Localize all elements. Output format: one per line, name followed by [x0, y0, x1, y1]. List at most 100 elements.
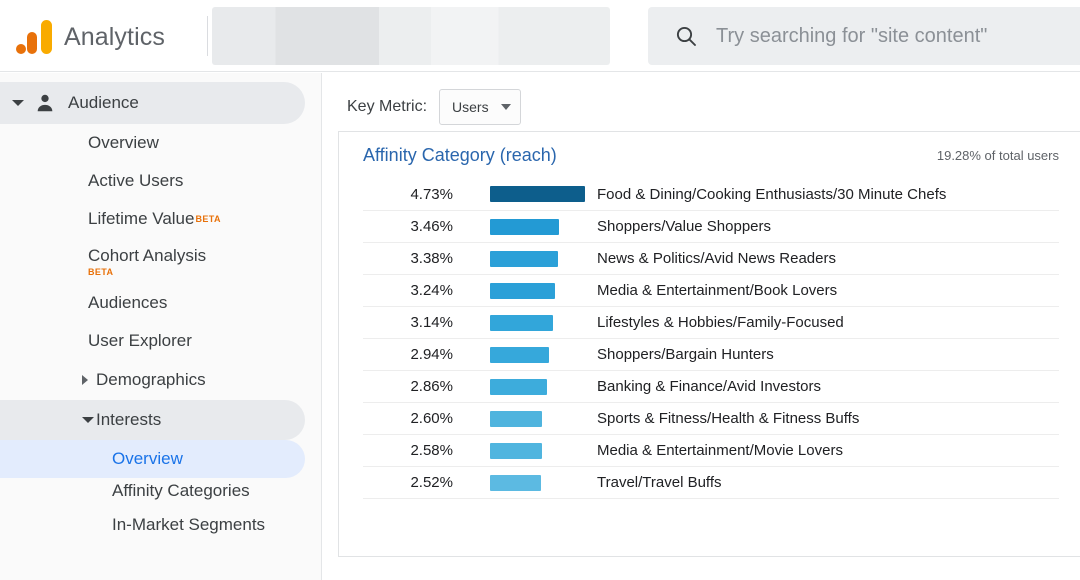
row-bar-cell: [456, 314, 590, 331]
affinity-row: 2.94% Shoppers/Bargain Hunters: [363, 338, 1059, 370]
row-percentage: 3.38%: [410, 250, 453, 267]
sidebar-item-label: In-Market Segments: [112, 515, 266, 534]
row-percentage: 4.73%: [410, 185, 453, 203]
sidebar-item-label: Cohort Analysis: [88, 245, 207, 265]
row-percentage: 2.52%: [410, 474, 453, 491]
sidebar-item-in-market-segments[interactable]: In-Market Segments: [0, 512, 305, 546]
sidebar-group-label: Interests: [96, 410, 162, 429]
row-percentage: 3.46%: [410, 218, 453, 235]
sidebar-section-audience[interactable]: Audience: [0, 82, 305, 124]
row-bar: [490, 346, 550, 363]
google-analytics-logo: [16, 20, 54, 54]
row-bar-cell: [456, 442, 590, 459]
sidebar-item-label: User Explorer: [88, 331, 192, 350]
row-percentage: 2.58%: [410, 442, 453, 459]
affinity-row: 3.14% Lifestyles & Hobbies/Family-Focused: [363, 306, 1059, 338]
search-icon: [676, 26, 696, 46]
row-category-label: Sports & Fitness/Health & Fitness Buffs: [597, 410, 860, 427]
row-percentage: 2.86%: [410, 378, 453, 395]
sidebar-item-overview[interactable]: Overview: [0, 124, 321, 162]
row-bar: [490, 282, 556, 299]
sidebar-section-label: Audience: [68, 93, 139, 112]
row-bar-cell: [456, 346, 590, 363]
row-bar-cell: [456, 474, 590, 491]
top-bar: Analytics Try searching for "site conten…: [0, 0, 1080, 72]
search-input[interactable]: Try searching for "site content": [716, 25, 987, 48]
row-bar: [490, 378, 548, 395]
row-percentage: 3.24%: [410, 282, 453, 299]
row-category-label: Food & Dining/Cooking Enthusiasts/30 Min…: [597, 185, 947, 203]
row-category-label: Shoppers/Bargain Hunters: [597, 346, 774, 363]
key-metric-value: Users: [452, 99, 489, 115]
brand[interactable]: Analytics: [16, 17, 165, 57]
sidebar-item-lifetime-value[interactable]: Lifetime Value BETA: [0, 200, 321, 238]
sidebar-group-interests[interactable]: Interests: [0, 400, 305, 440]
beta-badge: BETA: [88, 266, 114, 277]
sidebar-item-label: Lifetime Value: [88, 209, 195, 228]
sidebar-item-user-explorer[interactable]: User Explorer: [0, 322, 321, 360]
row-bar-cell: [456, 282, 590, 299]
chevron-right-icon: [82, 375, 88, 385]
row-category-label: Banking & Finance/Avid Investors: [597, 378, 822, 395]
row-bar-cell: [456, 378, 590, 395]
row-category-label: Media & Entertainment/Book Lovers: [597, 282, 838, 299]
row-bar-cell: [456, 250, 590, 267]
affinity-row: 2.58% Media & Entertainment/Movie Lovers: [363, 434, 1059, 466]
affinity-row: 2.60% Sports & Fitness/Health & Fitness B…: [363, 402, 1059, 434]
affinity-row: 2.52% Travel/Travel Buffs: [363, 466, 1059, 498]
row-bar: [490, 218, 560, 235]
sidebar-group-demographics[interactable]: Demographics: [0, 360, 305, 400]
card-header: Affinity Category (reach) 19.28% of tota…: [339, 132, 1080, 178]
header-placeholder-block: [212, 7, 610, 65]
row-bar: [490, 250, 558, 267]
affinity-row: 3.38% News & Politics/Avid News Readers: [363, 242, 1059, 274]
sidebar-item-label: Active Users: [88, 171, 184, 190]
card-title-link[interactable]: Affinity Category (reach): [363, 145, 557, 166]
sidebar-item-active-users[interactable]: Active Users: [0, 162, 321, 200]
key-metric-label: Key Metric:: [347, 98, 428, 115]
key-metric-control: Key Metric: Users: [347, 89, 522, 125]
person-icon: [37, 94, 53, 112]
row-bar: [490, 474, 541, 491]
brand-title: Analytics: [64, 22, 165, 51]
affinity-row: 4.73% Food & Dining/Cooking Enthusiasts/3…: [363, 178, 1059, 210]
row-percentage: 3.14%: [410, 314, 453, 331]
row-bar: [490, 186, 585, 202]
search-bar[interactable]: Try searching for "site content": [648, 7, 1080, 65]
chevron-down-icon: [501, 104, 512, 110]
sidebar-item-label: Overview: [112, 449, 183, 468]
beta-badge: BETA: [195, 214, 221, 224]
row-bar: [490, 442, 542, 459]
sidebar-item-interests-overview[interactable]: Overview: [0, 440, 305, 478]
row-bar: [490, 314, 554, 331]
sidebar-group-label: Demographics: [96, 370, 206, 389]
total-users-percentage: 19.28% of total users: [936, 147, 1059, 163]
sidebar-item-affinity-categories[interactable]: Affinity Categories: [0, 478, 305, 512]
sidebar-item-audiences[interactable]: Audiences: [0, 284, 321, 322]
row-bar: [490, 410, 543, 427]
sidebar: Audience Overview Active Users Lifetime …: [0, 73, 322, 580]
toolbar-divider: [207, 16, 208, 56]
chevron-down-icon: [12, 100, 24, 106]
main-content: Key Metric: Users Affinity Category (rea…: [323, 73, 1080, 580]
row-percentage: 2.60%: [410, 410, 453, 427]
affinity-rows: 4.73% Food & Dining/Cooking Enthusiasts/3…: [339, 178, 1080, 498]
row-category-label: News & Politics/Avid News Readers: [597, 250, 836, 267]
affinity-category-card: Affinity Category (reach) 19.28% of tota…: [338, 131, 1080, 557]
row-category-label: Lifestyles & Hobbies/Family-Focused: [597, 314, 844, 331]
sidebar-item-label: Audiences: [88, 293, 168, 312]
affinity-row: 3.24% Media & Entertainment/Book Lovers: [363, 274, 1059, 306]
row-category-label: Travel/Travel Buffs: [597, 474, 722, 491]
affinity-row: 2.86% Banking & Finance/Avid Investors: [363, 370, 1059, 402]
rows-bottom-divider: [363, 498, 1059, 499]
sidebar-item-label: Affinity Categories: [112, 481, 250, 500]
row-percentage: 2.94%: [410, 346, 453, 363]
affinity-row: 3.46% Shoppers/Value Shoppers: [363, 210, 1059, 242]
sidebar-item-cohort-analysis[interactable]: Cohort Analysis BETA: [0, 238, 321, 284]
sidebar-item-label: Overview: [88, 133, 159, 152]
row-bar-cell: [456, 218, 590, 235]
row-category-label: Shoppers/Value Shoppers: [597, 218, 772, 235]
chevron-down-icon: [82, 417, 94, 423]
row-bar-cell: [456, 186, 590, 202]
key-metric-select[interactable]: Users: [439, 89, 522, 125]
